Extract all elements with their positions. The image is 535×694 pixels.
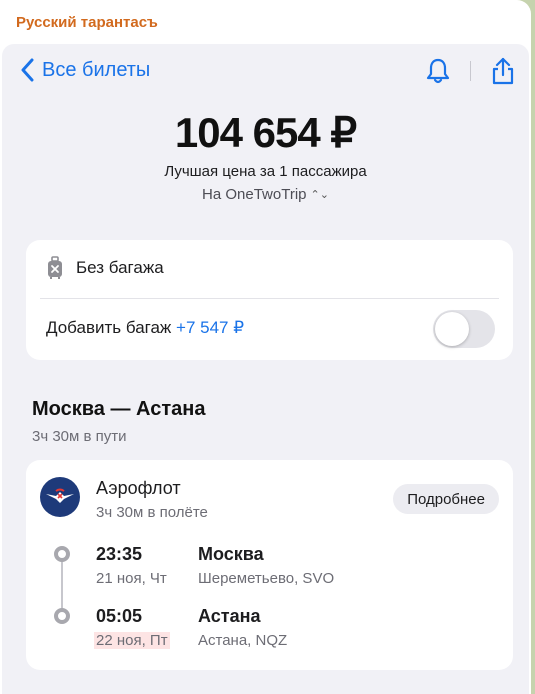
chevron-left-icon	[21, 58, 34, 82]
no-baggage-label: Без багажа	[76, 258, 164, 277]
price-subtitle: Лучшая цена за 1 пассажира	[164, 163, 367, 180]
departure-dot	[54, 546, 70, 562]
no-baggage-icon	[48, 256, 62, 279]
message-bubble: Русский тарантасъ Все билеты 104 654 ₽ Л…	[0, 0, 531, 694]
notifications-button[interactable]	[422, 54, 454, 88]
toggle-knob	[435, 312, 469, 346]
add-baggage-label: Добавить багаж	[46, 318, 172, 337]
price-amount: 104 654 ₽	[174, 109, 357, 156]
airline-name: Аэрофлот	[96, 478, 181, 498]
departure-airport: Шереметьево, SVO	[198, 570, 335, 587]
departure-city: Москва	[198, 544, 264, 564]
provider-label: На OneTwoTrip	[202, 186, 307, 203]
departure-date: 21 ноя, Чт	[96, 570, 167, 587]
back-label: Все билеты	[42, 58, 151, 81]
flight-duration: 3ч 30м в полёте	[96, 504, 208, 521]
add-baggage-price: +7 547 ₽	[176, 318, 245, 337]
nav-bar: Все билеты	[2, 44, 529, 104]
share-icon	[492, 57, 514, 85]
nav-separator	[470, 61, 471, 81]
back-button[interactable]: Все билеты	[20, 58, 150, 82]
no-baggage-row: Без багажа	[46, 256, 164, 280]
add-baggage-row: Добавить багаж +7 547 ₽	[46, 318, 244, 338]
add-baggage-toggle[interactable]	[433, 310, 495, 348]
nav-actions	[422, 54, 519, 88]
arrival-time: 05:05	[96, 606, 143, 626]
price-block: 104 654 ₽ Лучшая цена за 1 пассажира На …	[2, 108, 529, 204]
arrival-dot	[54, 608, 70, 624]
flight-card[interactable]: Аэрофлот 3ч 30м в полёте Подробнее 23:35…	[26, 460, 513, 670]
app-screenshot: Все билеты 104 654 ₽ Лучшая цена за 1 па…	[2, 44, 529, 694]
arrival-airport: Астана, NQZ	[198, 632, 288, 649]
departure-time: 23:35	[96, 544, 143, 564]
timeline-line	[61, 556, 63, 616]
provider-selector[interactable]: На OneTwoTrip ⌃⌄	[202, 186, 329, 203]
airline-logo	[40, 477, 80, 517]
sender-name[interactable]: Русский тарантасъ	[16, 14, 158, 31]
chevron-up-down-icon: ⌃⌄	[310, 189, 329, 201]
route-title: Москва — Астана	[32, 398, 206, 420]
bell-icon	[426, 58, 450, 84]
details-button[interactable]: Подробнее	[393, 484, 499, 514]
aeroflot-logo-icon	[46, 488, 74, 503]
route-duration: 3ч 30м в пути	[32, 428, 127, 445]
share-button[interactable]	[487, 54, 519, 88]
divider	[40, 298, 499, 299]
arrival-date: 22 ноя, Пт	[94, 632, 170, 649]
baggage-card: Без багажа Добавить багаж +7 547 ₽	[26, 240, 513, 360]
arrival-city: Астана	[198, 606, 261, 626]
